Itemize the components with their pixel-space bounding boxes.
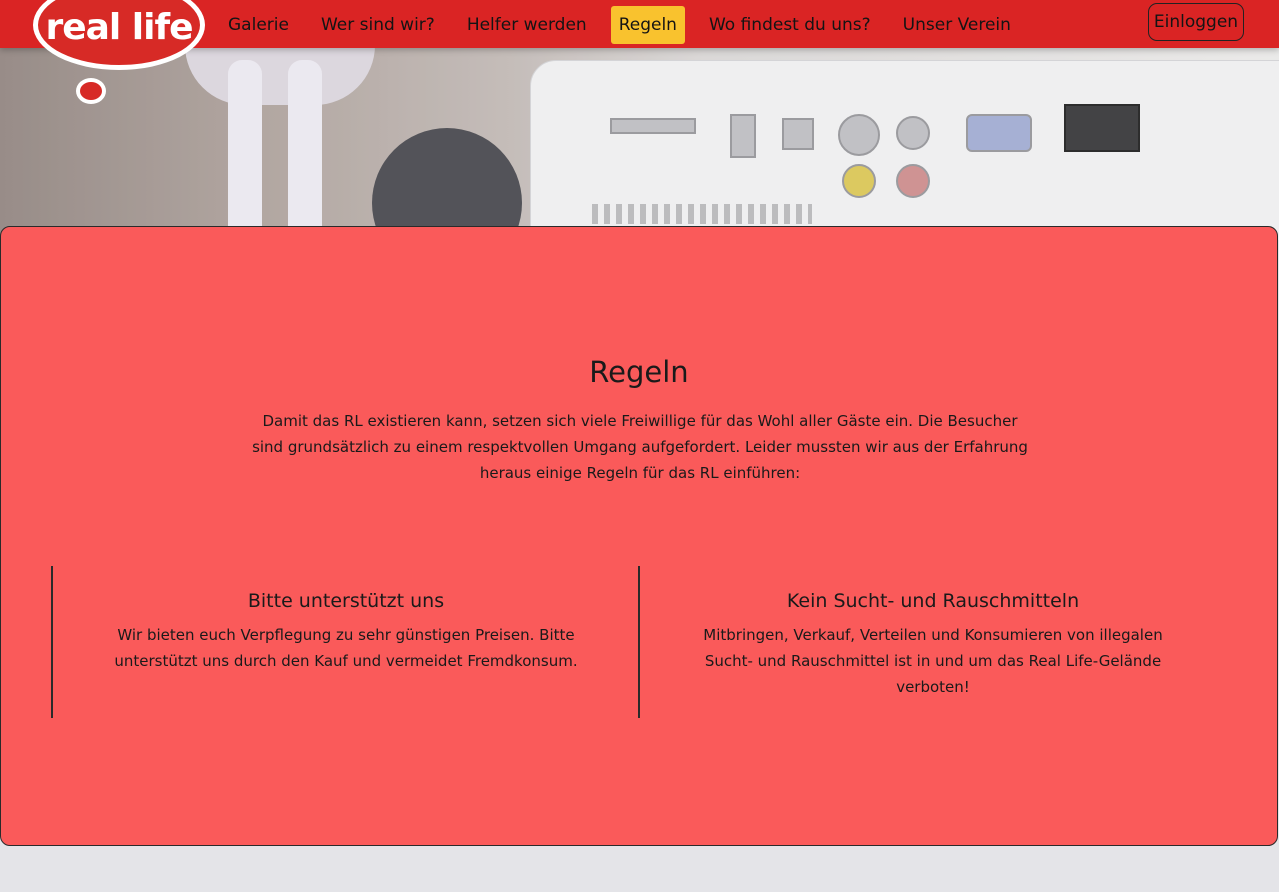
intro-text: Damit das RL existieren kann, setzen sic… — [252, 412, 1028, 482]
nav-item-unser-verein[interactable]: Unser Verein — [895, 6, 1019, 44]
nav-item-wo-findest-du-uns[interactable]: Wo findest du uns? — [701, 6, 879, 44]
page-title: Regeln — [589, 355, 689, 389]
main-nav: Galerie Wer sind wir? Helfer werden Rege… — [220, 6, 1035, 44]
nav-item-regeln[interactable]: Regeln — [610, 6, 685, 44]
nav-item-helfer-werden[interactable]: Helfer werden — [459, 6, 595, 44]
rule-title: Kein Sucht- und Rauschmitteln — [786, 590, 1080, 612]
login-button[interactable]: Einloggen — [1148, 3, 1244, 41]
nav-item-wer-sind-wir[interactable]: Wer sind wir? — [313, 6, 443, 44]
rule-item: Kein Sucht- und Rauschmitteln Mitbringen… — [638, 566, 1226, 718]
rule-item: Bitte unterstützt uns Wir bieten euch Ve… — [51, 566, 639, 718]
rule-text: Mitbringen, Verkauf, Verteilen und Konsu… — [703, 626, 1163, 696]
rule-title: Bitte unterstützt uns — [247, 590, 445, 612]
logo-bubble-tail — [76, 78, 106, 104]
nav-item-galerie[interactable]: Galerie — [220, 6, 297, 44]
rule-text: Wir bieten euch Verpflegung zu sehr güns… — [114, 626, 578, 670]
logo-text: real life — [45, 6, 193, 48]
rules-card: Regeln Damit das RL existieren kann, set… — [0, 226, 1278, 846]
